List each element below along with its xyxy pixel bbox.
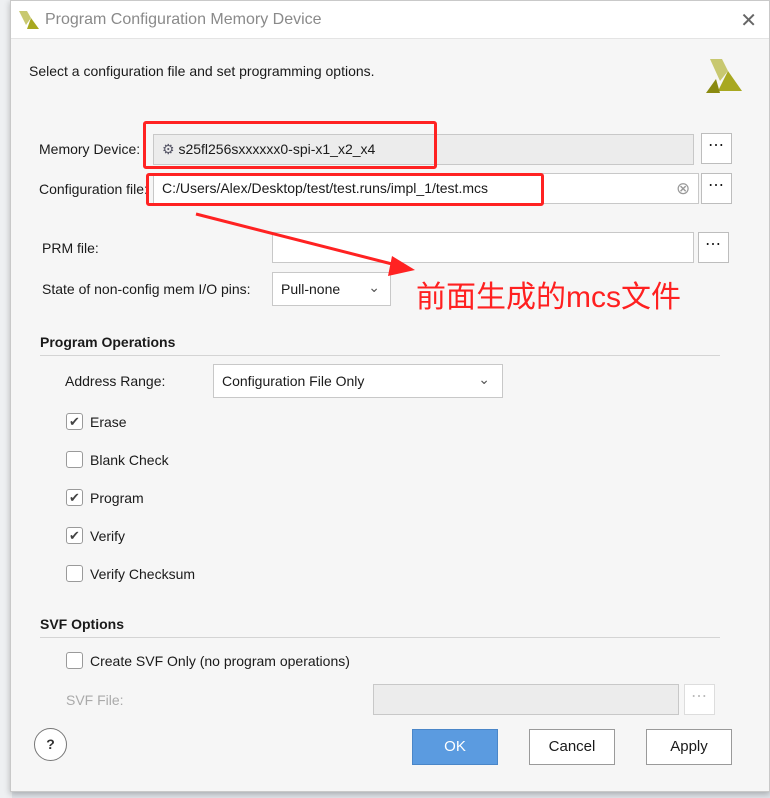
annotation-text: 前面生成的mcs文件 xyxy=(416,281,681,314)
annotation-arrow-icon xyxy=(195,212,415,276)
